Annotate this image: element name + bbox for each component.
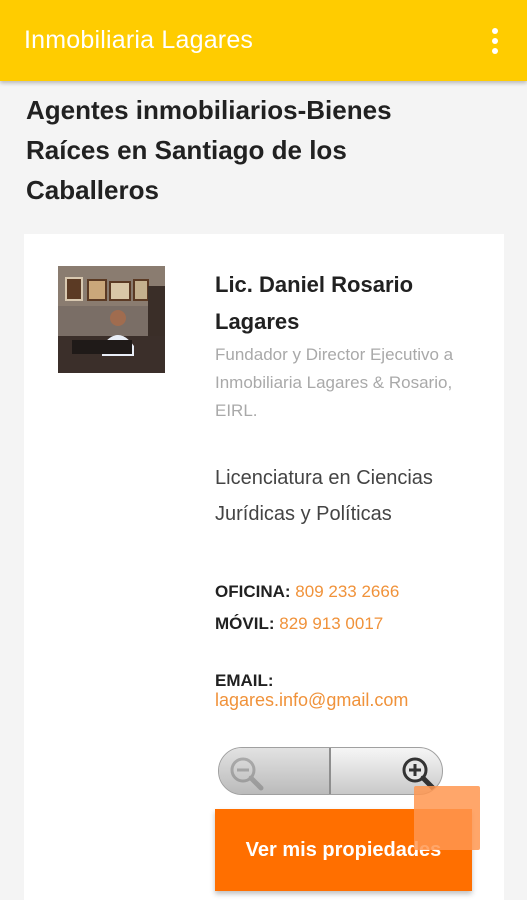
agent-name: Lic. Daniel Rosario Lagares (215, 272, 414, 334)
zoom-out-icon[interactable] (227, 754, 267, 794)
mobile-phone-row: MÓVIL: 829 913 0017 (215, 610, 383, 638)
email-link[interactable]: lagares.info@gmail.com (215, 688, 408, 712)
agent-photo (58, 266, 165, 373)
office-label: OFICINA: (215, 582, 291, 601)
agent-role: Fundador y Director Ejecutivo a Inmobili… (215, 345, 454, 420)
mobile-phone-link[interactable]: 829 913 0017 (279, 614, 383, 633)
mobile-label: MÓVIL: (215, 614, 275, 633)
more-vert-icon[interactable] (480, 22, 510, 62)
page-heading: Agentes inmobiliarios-Bienes Raíces en S… (26, 95, 392, 205)
office-phone-row: OFICINA: 809 233 2666 (215, 578, 399, 606)
agent-degree: Licenciatura en Ciencias Jurídicas y Pol… (215, 467, 433, 525)
zoom-control (218, 747, 443, 795)
app-bar: Inmobiliaria Lagares (0, 0, 527, 81)
overlay-shape (414, 786, 480, 850)
office-phone-link[interactable]: 809 233 2666 (295, 582, 399, 601)
app-title: Inmobiliaria Lagares (24, 26, 254, 54)
